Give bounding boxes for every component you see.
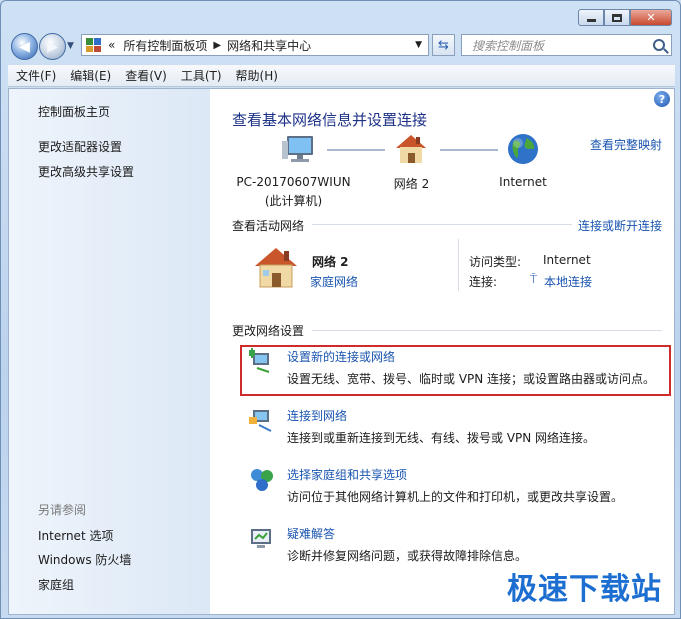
sidebar-item-homegroup[interactable]: 家庭组 bbox=[38, 576, 74, 593]
menu-edit[interactable]: 编辑(E) bbox=[70, 67, 111, 84]
menu-view[interactable]: 查看(V) bbox=[125, 67, 167, 84]
connect-disconnect-link[interactable]: 连接或断开连接 bbox=[578, 217, 662, 234]
maximize-icon bbox=[612, 13, 622, 22]
map-link-1 bbox=[327, 149, 385, 151]
internet-globe-icon[interactable] bbox=[506, 132, 540, 166]
active-heading-line bbox=[312, 224, 572, 225]
view-full-map-link[interactable]: 查看完整映射 bbox=[590, 136, 662, 153]
see-also-heading: 另请参阅 bbox=[38, 503, 87, 517]
search-placeholder: 搜索控制面板 bbox=[472, 38, 545, 53]
close-icon: ✕ bbox=[646, 11, 656, 24]
sidebar-item-internet-options[interactable]: Internet 选项 bbox=[38, 527, 113, 544]
troubleshoot-icon bbox=[249, 525, 275, 551]
search-icon[interactable] bbox=[653, 39, 665, 51]
menu-tools[interactable]: 工具(T) bbox=[181, 67, 222, 84]
task-pane: 控制面板主页 更改适配器设置 更改高级共享设置 另请参阅 Internet 选项… bbox=[9, 89, 210, 614]
change-heading-line bbox=[312, 330, 662, 331]
help-icon[interactable]: ? bbox=[654, 91, 670, 107]
page-title: 查看基本网络信息并设置连接 bbox=[232, 111, 428, 129]
content-area: 控制面板主页 更改适配器设置 更改高级共享设置 另请参阅 Internet 选项… bbox=[8, 88, 675, 615]
homegroup-icon bbox=[249, 466, 275, 492]
task-description: 访问位于其他网络计算机上的文件和打印机，或更改共享设置。 bbox=[287, 490, 624, 504]
breadcrumb-separator-icon[interactable]: ▶ bbox=[213, 40, 221, 51]
home-network-icon[interactable] bbox=[252, 246, 300, 290]
refresh-icon: ⇆ bbox=[438, 37, 449, 53]
address-bar[interactable]: « 所有控制面板项 ▶ 网络和共享中心 ▼ bbox=[81, 34, 429, 56]
sidebar-item-adapter[interactable]: 更改适配器设置 bbox=[38, 138, 122, 155]
minimize-button[interactable] bbox=[578, 9, 604, 26]
network-type-link[interactable]: 家庭网络 bbox=[310, 273, 358, 290]
network-house-icon[interactable] bbox=[393, 132, 429, 166]
active-network-name: 网络 2 bbox=[312, 255, 349, 269]
address-dropdown-icon[interactable]: ▼ bbox=[415, 40, 422, 50]
connect-network-icon bbox=[249, 407, 275, 433]
watermark-logo: 极速下载站 bbox=[507, 572, 662, 607]
map-link-2 bbox=[440, 149, 498, 151]
minimize-icon bbox=[586, 19, 596, 22]
network-label: 网络 2 bbox=[393, 177, 430, 191]
new-connection-icon bbox=[249, 348, 275, 374]
sidebar-item-home[interactable]: 控制面板主页 bbox=[38, 103, 110, 120]
sidebar-item-firewall[interactable]: Windows 防火墙 bbox=[38, 551, 131, 568]
internet-label: Internet bbox=[499, 175, 547, 189]
search-input[interactable]: 搜索控制面板 bbox=[461, 34, 672, 56]
breadcrumb-all-items[interactable]: 所有控制面板项 bbox=[123, 37, 207, 54]
task-title[interactable]: 连接到网络 bbox=[287, 407, 347, 424]
ethernet-icon: ⍑ bbox=[530, 272, 538, 286]
task-description: 连接到或重新连接到无线、有线、拨号或 VPN 网络连接。 bbox=[287, 431, 596, 445]
connections-label: 连接: bbox=[469, 275, 498, 289]
close-button[interactable]: ✕ bbox=[630, 9, 672, 26]
window-frame: ✕ ◀ ▶ ▼ « 所有控制面板项 ▶ 网络和共享中心 ▼ ⇆ 搜索控制面板 文… bbox=[0, 0, 681, 619]
task-title[interactable]: 设置新的连接或网络 bbox=[287, 348, 395, 365]
computer-icon[interactable] bbox=[281, 133, 319, 167]
access-type-label: 访问类型: bbox=[469, 255, 522, 269]
active-networks-heading: 查看活动网络 bbox=[232, 219, 305, 233]
task-description: 诊断并修复网络问题，或获得故障排除信息。 bbox=[287, 549, 528, 563]
forward-arrow-icon: ▶ bbox=[47, 38, 58, 55]
menu-file[interactable]: 文件(F) bbox=[16, 67, 56, 84]
menu-bar: 文件(F) 编辑(E) 查看(V) 工具(T) 帮助(H) bbox=[8, 65, 675, 87]
task-description: 设置无线、宽带、拨号、临时或 VPN 连接；或设置路由器或访问点。 bbox=[287, 372, 656, 386]
history-dropdown-icon[interactable]: ▼ bbox=[67, 41, 74, 51]
active-network-divider bbox=[458, 239, 459, 291]
task-title[interactable]: 疑难解答 bbox=[287, 525, 335, 542]
back-arrow-icon: ◀ bbox=[19, 38, 30, 55]
refresh-button[interactable]: ⇆ bbox=[432, 34, 455, 56]
caption-buttons: ✕ bbox=[578, 9, 672, 26]
access-type-value: Internet bbox=[543, 253, 591, 267]
address-overflow[interactable]: « bbox=[108, 38, 115, 52]
change-settings-heading: 更改网络设置 bbox=[232, 324, 305, 338]
local-connection-link[interactable]: 本地连接 bbox=[544, 273, 592, 290]
maximize-button[interactable] bbox=[604, 9, 630, 26]
task-title[interactable]: 选择家庭组和共享选项 bbox=[287, 466, 407, 483]
back-button[interactable]: ◀ bbox=[11, 33, 38, 60]
computer-name: PC-20170607WIUN bbox=[236, 175, 351, 189]
breadcrumb-network-center[interactable]: 网络和共享中心 bbox=[227, 37, 311, 54]
menu-help[interactable]: 帮助(H) bbox=[236, 67, 278, 84]
control-panel-icon bbox=[86, 38, 102, 52]
sidebar-item-advanced-sharing[interactable]: 更改高级共享设置 bbox=[38, 163, 134, 180]
forward-button[interactable]: ▶ bbox=[39, 33, 66, 60]
computer-sub-label: (此计算机) bbox=[264, 194, 323, 208]
